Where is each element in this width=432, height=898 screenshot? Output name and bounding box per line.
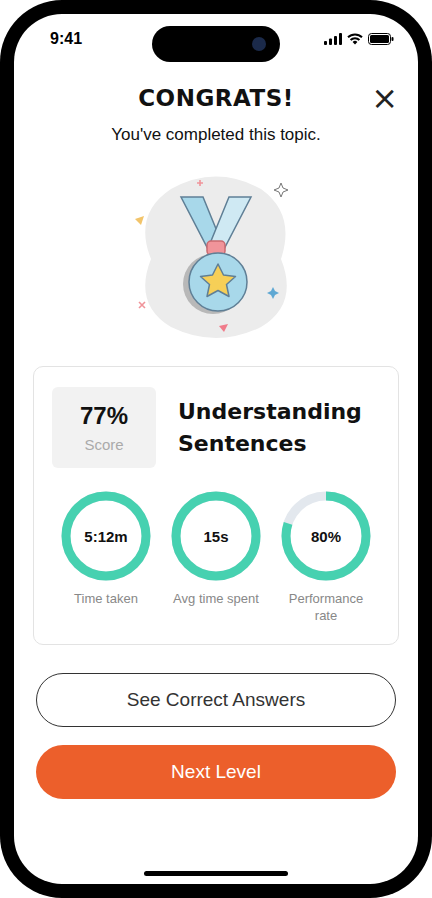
medal-icon	[131, 169, 301, 344]
stat-value: 80%	[280, 490, 372, 582]
screen: 9:41 CONGRATS! × You've completed this t…	[14, 14, 418, 884]
status-time: 9:41	[50, 30, 82, 48]
progress-ring: 15s	[170, 490, 262, 582]
dynamic-island	[152, 26, 280, 62]
header: CONGRATS! ×	[14, 82, 418, 114]
stat-value: 15s	[170, 490, 262, 582]
camera-icon	[252, 37, 266, 51]
stat-label: Time taken	[74, 590, 138, 607]
congrats-title: CONGRATS!	[138, 85, 294, 111]
result-card: 77% Score Understanding Sentences 5:12m …	[33, 366, 399, 645]
subtitle: You've completed this topic.	[111, 122, 321, 147]
progress-ring: 80%	[280, 490, 372, 582]
phone-frame: 9:41 CONGRATS! × You've completed this t…	[0, 0, 432, 898]
score-value: 77%	[80, 402, 128, 430]
progress-ring: 5:12m	[60, 490, 152, 582]
see-answers-button[interactable]: See Correct Answers	[36, 673, 396, 727]
topic-title: Understanding Sentences	[178, 396, 380, 460]
score-label: Score	[84, 436, 123, 453]
home-indicator	[144, 871, 288, 876]
result-summary: 77% Score Understanding Sentences	[52, 387, 380, 468]
stats-row: 5:12m Time taken 15s Avg time spent 80% …	[52, 490, 380, 624]
score-box: 77% Score	[52, 387, 156, 468]
stat-label: Performance rate	[276, 590, 376, 624]
stat-label: Avg time spent	[173, 590, 259, 607]
wifi-icon	[347, 33, 363, 45]
close-button[interactable]: ×	[367, 82, 402, 114]
signal-icon	[324, 33, 342, 45]
stat-value: 5:12m	[60, 490, 152, 582]
status-icons	[324, 33, 394, 45]
next-level-button[interactable]: Next Level	[36, 745, 396, 799]
stat-item: 5:12m Time taken	[54, 490, 158, 624]
medal-illustration	[14, 169, 418, 344]
stat-item: 15s Avg time spent	[164, 490, 268, 624]
actions: See Correct Answers Next Level	[36, 673, 396, 799]
stat-item: 80% Performance rate	[274, 490, 378, 624]
home-area	[14, 871, 418, 884]
battery-icon	[368, 33, 394, 45]
